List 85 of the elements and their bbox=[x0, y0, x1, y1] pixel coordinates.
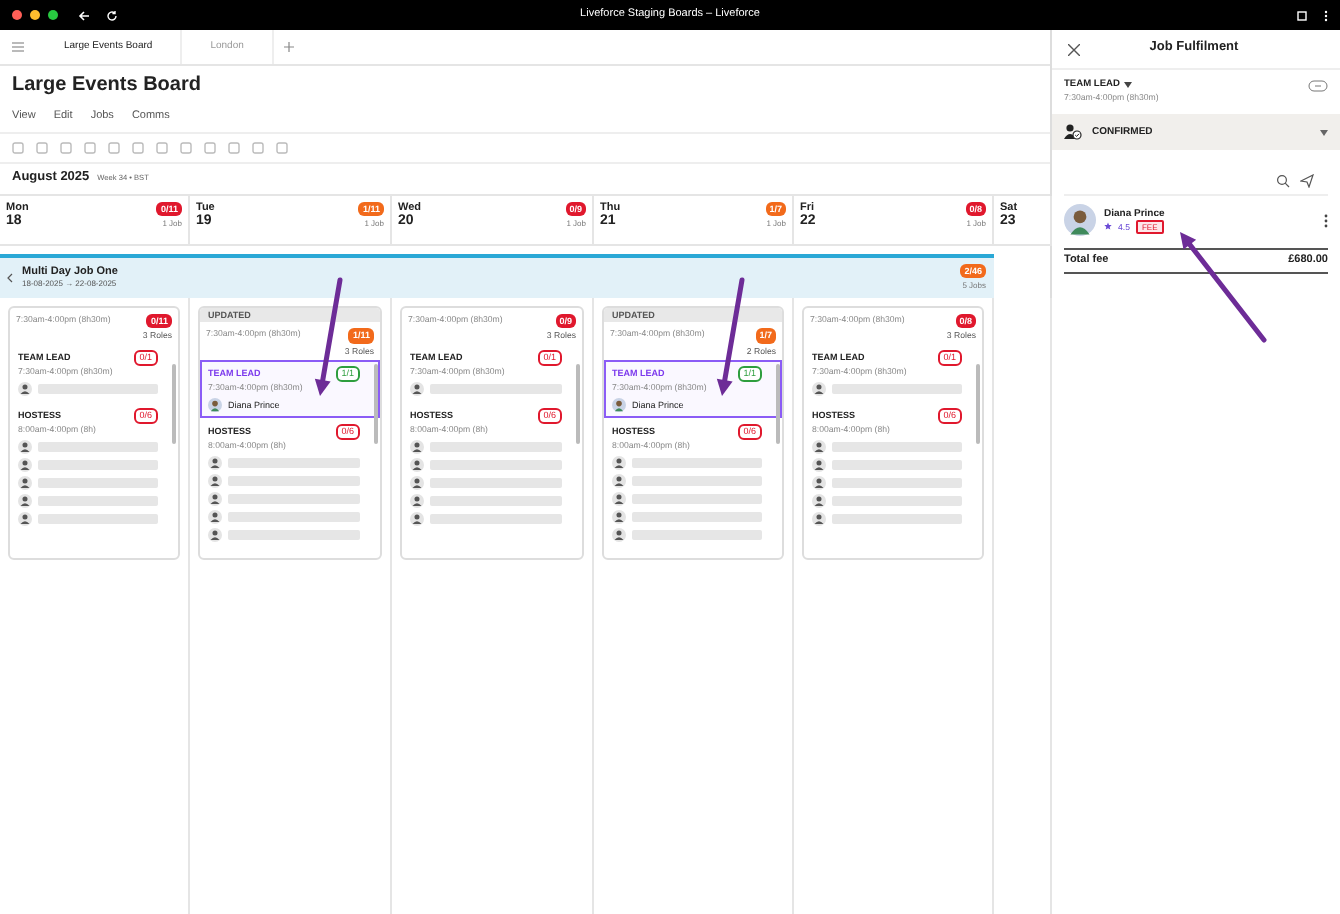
person-icon bbox=[612, 509, 626, 524]
annotation-arrow bbox=[1180, 232, 1267, 343]
empty-slot[interactable] bbox=[430, 384, 562, 395]
chat-icon[interactable] bbox=[1308, 80, 1328, 92]
person-icon bbox=[410, 476, 424, 491]
empty-slot[interactable] bbox=[430, 496, 562, 507]
person-icon bbox=[18, 494, 32, 509]
board-title: Large Events Board bbox=[10, 72, 203, 100]
scrollbar[interactable] bbox=[776, 363, 780, 443]
scrollbar[interactable] bbox=[172, 363, 176, 443]
person-check-icon bbox=[1064, 124, 1082, 141]
add-tab-icon[interactable] bbox=[283, 42, 294, 52]
send-icon[interactable] bbox=[1300, 174, 1314, 189]
scrollbar[interactable] bbox=[374, 363, 378, 443]
empty-slot[interactable] bbox=[430, 478, 562, 489]
scrollbar[interactable] bbox=[976, 363, 980, 443]
empty-slot[interactable] bbox=[228, 511, 360, 522]
empty-slot[interactable] bbox=[38, 478, 158, 489]
empty-slot[interactable] bbox=[430, 460, 562, 471]
close-icon[interactable] bbox=[1068, 43, 1080, 55]
empty-slot[interactable] bbox=[38, 384, 158, 395]
person-icon bbox=[18, 440, 32, 455]
person-icon bbox=[208, 527, 222, 542]
scrollbar[interactable] bbox=[576, 363, 580, 443]
person-icon bbox=[410, 382, 424, 397]
empty-slot[interactable] bbox=[38, 460, 158, 471]
person-icon bbox=[18, 476, 32, 491]
person-icon bbox=[410, 494, 424, 509]
empty-slot[interactable] bbox=[632, 529, 762, 540]
collapse-icon[interactable] bbox=[6, 271, 14, 283]
empty-slot[interactable] bbox=[228, 529, 360, 540]
empty-slot[interactable] bbox=[430, 514, 562, 525]
empty-slot[interactable] bbox=[632, 475, 762, 486]
empty-slot[interactable] bbox=[228, 457, 360, 468]
person-icon bbox=[410, 440, 424, 455]
annotation-arrow bbox=[716, 277, 745, 396]
extensions-icon[interactable] bbox=[1296, 9, 1308, 21]
maximize-window-icon[interactable] bbox=[48, 10, 58, 20]
search-people-icon[interactable] bbox=[1276, 174, 1290, 189]
person-icon bbox=[18, 382, 32, 397]
empty-slot[interactable] bbox=[832, 496, 962, 507]
star-icon bbox=[1104, 222, 1112, 231]
empty-slot[interactable] bbox=[38, 514, 158, 525]
person-icon bbox=[612, 527, 626, 542]
person-icon bbox=[812, 476, 826, 491]
empty-slot[interactable] bbox=[228, 493, 360, 504]
person-icon bbox=[612, 491, 626, 506]
person-icon bbox=[18, 512, 32, 527]
caret-icon[interactable] bbox=[1123, 82, 1132, 89]
close-window-icon[interactable] bbox=[12, 10, 22, 20]
person-icon bbox=[18, 458, 32, 473]
person-icon bbox=[812, 382, 826, 397]
empty-slot[interactable] bbox=[632, 511, 762, 522]
person-icon bbox=[410, 458, 424, 473]
reload-icon[interactable] bbox=[106, 9, 118, 21]
annotation-arrow bbox=[314, 277, 343, 396]
avatar-icon bbox=[1064, 204, 1096, 237]
person-icon bbox=[812, 494, 826, 509]
empty-slot[interactable] bbox=[832, 384, 962, 395]
empty-slot[interactable] bbox=[632, 493, 762, 504]
minimize-window-icon[interactable] bbox=[30, 10, 40, 20]
person-icon bbox=[812, 512, 826, 527]
empty-slot[interactable] bbox=[38, 442, 158, 453]
person-icon bbox=[208, 491, 222, 506]
avatar-icon bbox=[612, 397, 626, 412]
caret-icon[interactable] bbox=[1320, 129, 1328, 136]
empty-slot[interactable] bbox=[832, 478, 962, 489]
empty-slot[interactable] bbox=[228, 475, 360, 486]
person-icon bbox=[812, 440, 826, 455]
menu-icon[interactable] bbox=[12, 42, 24, 52]
person-icon bbox=[208, 509, 222, 524]
person-icon bbox=[208, 473, 222, 488]
person-icon bbox=[410, 512, 424, 527]
empty-slot[interactable] bbox=[832, 460, 962, 471]
empty-slot[interactable] bbox=[38, 496, 158, 507]
empty-slot[interactable] bbox=[632, 457, 762, 468]
person-icon bbox=[208, 455, 222, 470]
person-icon bbox=[612, 455, 626, 470]
avatar-icon bbox=[208, 397, 222, 412]
back-icon[interactable] bbox=[78, 9, 90, 21]
person-icon bbox=[612, 473, 626, 488]
empty-slot[interactable] bbox=[430, 442, 562, 453]
empty-slot[interactable] bbox=[832, 514, 962, 525]
empty-slot[interactable] bbox=[832, 442, 962, 453]
person-icon bbox=[812, 458, 826, 473]
